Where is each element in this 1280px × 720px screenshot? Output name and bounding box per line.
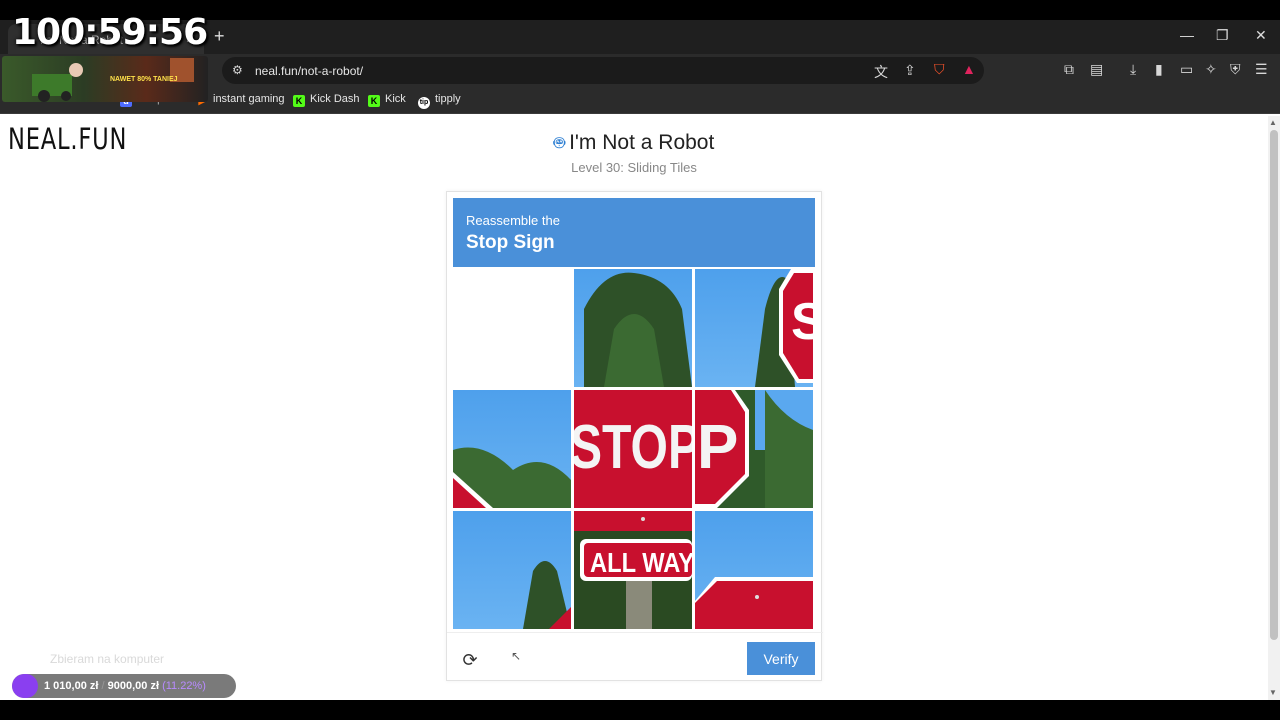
tile-all-way[interactable]: ALL WAY bbox=[574, 511, 692, 629]
site-settings-icon[interactable]: ⚙ bbox=[232, 63, 243, 77]
robot-icon: 🤖︎ bbox=[553, 133, 566, 154]
bookmark-tipply[interactable]: tip tipply bbox=[418, 93, 461, 109]
tile-sign-s[interactable]: S bbox=[695, 269, 813, 387]
tile-all-way-art: ALL WAY bbox=[574, 511, 692, 629]
sidebar-icon[interactable]: ▮ bbox=[1155, 61, 1163, 78]
bookmark-label: Kick Dash bbox=[310, 93, 360, 105]
tile-sign-s-text: S bbox=[791, 293, 813, 351]
bookmark-label: Kick bbox=[385, 93, 406, 105]
captcha-instruction: Reassemble the bbox=[466, 213, 560, 228]
kick-icon: K bbox=[368, 95, 380, 107]
scroll-down-icon[interactable]: ▼ bbox=[1269, 688, 1277, 697]
tile-p[interactable]: P bbox=[695, 390, 813, 508]
page-title-wrap: 🤖︎ I'm Not a Robot bbox=[0, 130, 1268, 157]
tile-p-art: P bbox=[695, 390, 813, 508]
tile-tree-top-art bbox=[584, 272, 692, 387]
brave-rewards-icon[interactable]: ▲ bbox=[962, 61, 976, 77]
tile-stop-text: STOP bbox=[574, 413, 692, 482]
brave-shield-icon[interactable]: ⛉ bbox=[934, 61, 945, 78]
browser-window: I'm Not a Robot ✕ + — ❐ ✕ 100:59:56 ‹ ⚙ … bbox=[0, 0, 1280, 720]
donation-percent: (11.22%) bbox=[162, 680, 206, 692]
url-text: neal.fun/not-a-robot/ bbox=[255, 64, 364, 78]
page-scrollbar[interactable]: ▲ ▼ bbox=[1268, 116, 1280, 700]
download-icon[interactable]: ⤓ bbox=[1130, 61, 1136, 78]
captcha-footer: ⟳ ↖ Verify bbox=[447, 632, 823, 682]
captcha-header: Reassemble the Stop Sign bbox=[453, 198, 815, 267]
verify-button[interactable]: Verify bbox=[747, 642, 815, 675]
minimize-icon[interactable]: — bbox=[1180, 27, 1194, 43]
screen-bottom-edge bbox=[0, 700, 1280, 720]
donation-progress-fill bbox=[12, 674, 38, 698]
wallet-icon[interactable]: ▭ bbox=[1180, 61, 1193, 78]
donation-current: 1 010,00 zł bbox=[44, 680, 99, 692]
bookmark-label: tipply bbox=[435, 93, 461, 105]
reader-icon[interactable]: ▤ bbox=[1090, 61, 1103, 78]
tipply-icon: tip bbox=[418, 97, 430, 109]
vpn-icon[interactable]: ⛨ bbox=[1230, 61, 1241, 78]
level-subtitle: Level 30: Sliding Tiles bbox=[571, 160, 697, 175]
tile-empty bbox=[453, 269, 571, 387]
close-window-icon[interactable]: ✕ bbox=[1255, 27, 1267, 44]
tile-sign-bottom-art bbox=[695, 577, 813, 629]
share-icon[interactable]: ⇪ bbox=[904, 62, 916, 79]
stream-timer: 100:59:56 bbox=[12, 12, 208, 53]
tile-p-text: P bbox=[697, 413, 738, 482]
address-bar[interactable]: ⚙ neal.fun/not-a-robot/ 文 ⇪ ⛉ ▲ bbox=[222, 57, 984, 84]
tile-stop[interactable]: STOP bbox=[574, 390, 692, 508]
tile-sky-sign-edge-art bbox=[453, 447, 571, 508]
translate-icon[interactable]: 文 bbox=[874, 62, 888, 82]
tile-sky-sign-edge[interactable] bbox=[453, 390, 571, 508]
tile-sky-tree-art bbox=[523, 561, 571, 629]
tile-all-way-text: ALL WAY bbox=[590, 547, 692, 578]
mouse-cursor-icon: ↖ bbox=[511, 649, 522, 663]
tile-sky-tree[interactable] bbox=[453, 511, 571, 629]
bookmark-label: instant gaming bbox=[213, 93, 285, 105]
donation-progress-bar: 1 010,00 zł / 9000,00 zł (11.22%) bbox=[12, 674, 236, 698]
new-tab-icon[interactable]: + bbox=[214, 26, 225, 47]
bookmark-kick-dash[interactable]: K Kick Dash bbox=[293, 93, 360, 107]
scroll-up-icon[interactable]: ▲ bbox=[1269, 118, 1277, 127]
ad-text: NAWET 80% TANIEJ bbox=[110, 76, 178, 83]
donation-goal: 9000,00 zł bbox=[107, 680, 159, 692]
tile-sign-s-art: S bbox=[755, 269, 813, 387]
sliding-tile-grid: S STOP P ALL WAY bbox=[453, 269, 815, 631]
leo-ai-icon[interactable]: ✧ bbox=[1205, 61, 1217, 78]
extensions-icon[interactable]: ⧉ bbox=[1064, 61, 1074, 78]
stream-ad-banner: NAWET 80% TANIEJ bbox=[2, 56, 208, 102]
scroll-thumb[interactable] bbox=[1270, 130, 1278, 640]
refresh-icon[interactable]: ⟳ bbox=[459, 649, 481, 671]
bookmark-instant-gaming[interactable]: ▶instant gaming bbox=[196, 93, 285, 107]
donation-goal-label: Zbieram na komputer bbox=[50, 652, 165, 666]
bookmark-kick[interactable]: K Kick bbox=[368, 93, 406, 107]
tile-stop-art: STOP bbox=[574, 413, 692, 482]
captcha-box: Reassemble the Stop Sign S STOP P ALL WA… bbox=[446, 191, 823, 682]
tile-tree-top[interactable] bbox=[574, 269, 692, 387]
donation-text: 1 010,00 zł / 9000,00 zł (11.22%) bbox=[44, 680, 206, 692]
captcha-target: Stop Sign bbox=[466, 232, 555, 253]
page-content: NEAL.FUN 🤖︎ I'm Not a Robot Level 30: Sli… bbox=[0, 116, 1268, 700]
menu-icon[interactable]: ☰ bbox=[1255, 61, 1268, 78]
kick-icon: K bbox=[293, 95, 305, 107]
maximize-icon[interactable]: ❐ bbox=[1216, 27, 1229, 44]
tile-sign-bottom[interactable] bbox=[695, 511, 813, 629]
page-title: I'm Not a Robot bbox=[569, 131, 715, 154]
